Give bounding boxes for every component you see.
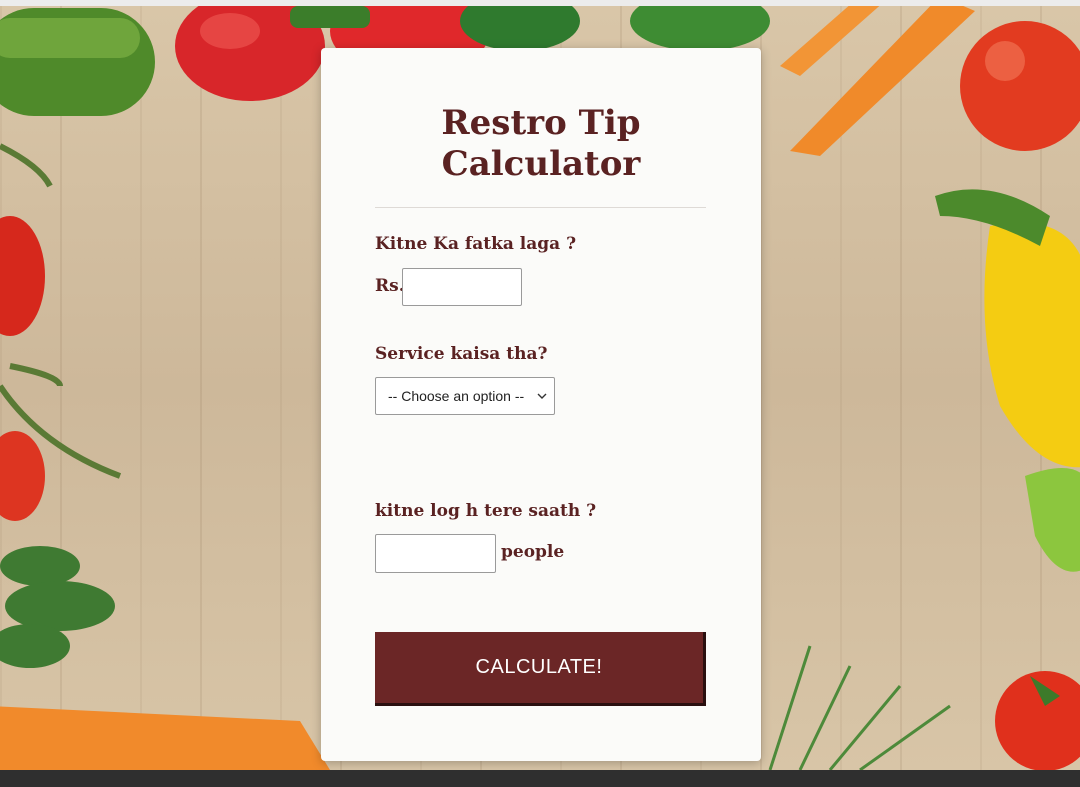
currency-prefix: Rs. <box>375 276 405 296</box>
people-suffix: people <box>501 542 565 562</box>
rosemary-image <box>768 645 951 770</box>
service-quality-select[interactable]: -- Choose an option -- <box>375 377 555 415</box>
tomato-image <box>960 21 1080 151</box>
yellow-pepper-image <box>935 189 1080 468</box>
tip-calculator-card: Restro Tip Calculator Kitne Ka fatka lag… <box>321 48 761 761</box>
bottom-bar <box>0 770 1080 787</box>
title-line-2: Calculator <box>441 144 641 184</box>
bill-amount-label: Kitne Ka fatka laga ? <box>375 234 577 254</box>
page-title: Restro Tip Calculator <box>321 103 761 185</box>
bill-amount-input[interactable] <box>402 268 522 306</box>
thyme-image <box>0 546 115 668</box>
carrots-image <box>780 6 975 156</box>
bottom-carrot-image <box>0 706 330 770</box>
title-divider <box>375 207 706 208</box>
greens-image <box>460 6 770 51</box>
chevron-down-icon <box>537 393 547 399</box>
service-quality-label: Service kaisa tha? <box>375 344 548 364</box>
small-tomato-image <box>995 671 1080 770</box>
cucumber-image <box>0 8 155 116</box>
cherry-tomatoes-image <box>0 143 122 521</box>
service-selected-option: -- Choose an option -- <box>388 388 525 404</box>
page: Restro Tip Calculator Kitne Ka fatka lag… <box>0 0 1080 787</box>
people-count-label: kitne log h tere saath ? <box>375 501 597 521</box>
title-line-1: Restro Tip <box>441 103 641 143</box>
people-count-input[interactable] <box>375 534 496 573</box>
calculate-button-label: CALCULATE! <box>475 656 603 678</box>
calculate-button[interactable]: CALCULATE! <box>375 632 706 706</box>
green-pepper-image <box>1025 468 1080 572</box>
